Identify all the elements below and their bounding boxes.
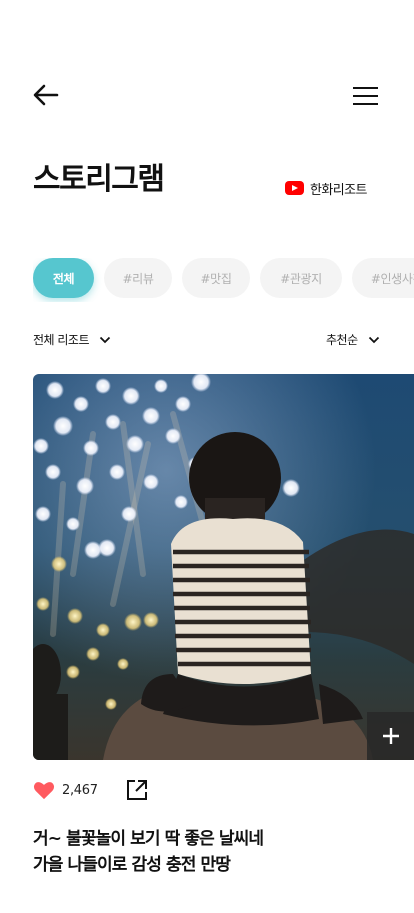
tag-all[interactable]: 전체	[33, 258, 94, 298]
like-count: 2,467	[62, 782, 98, 798]
chevron-down-icon	[368, 336, 379, 343]
channel-link[interactable]: 한화리조트	[285, 179, 367, 198]
channel-label: 한화리조트	[310, 182, 367, 198]
arrow-left-icon	[33, 84, 59, 106]
sort-dropdown[interactable]: 추천순	[326, 331, 380, 348]
fireworks-photo	[33, 374, 414, 760]
add-button[interactable]	[367, 712, 414, 760]
post-caption: 거~ 불꽃놀이 보기 딱 좋은 날씨네 가을 나들이로 감성 충전 만땅	[33, 826, 393, 878]
chevron-down-icon	[99, 336, 111, 343]
tag-photo-spot[interactable]: #인생사진	[352, 258, 414, 298]
resort-filter-label: 전체 리조트	[33, 333, 90, 347]
plus-icon	[382, 728, 399, 744]
caption-line-1: 거~ 불꽃놀이 보기 딱 좋은 날씨네	[33, 829, 264, 849]
menu-button[interactable]	[350, 80, 382, 112]
caption-line-2: 가을 나들이로 감성 충전 만땅	[33, 855, 231, 875]
page-title: 스토리그램	[33, 162, 165, 197]
share-button[interactable]	[126, 779, 148, 801]
heart-icon[interactable]	[33, 780, 55, 800]
like-group: 2,467	[33, 778, 98, 802]
tag-restaurant[interactable]: #맛집	[182, 258, 250, 298]
sort-label: 추천순	[326, 333, 358, 347]
resort-filter-dropdown[interactable]: 전체 리조트	[33, 331, 111, 348]
post-image[interactable]	[33, 374, 414, 760]
tag-attraction[interactable]: #관광지	[260, 258, 342, 298]
youtube-icon	[285, 181, 304, 195]
tag-review[interactable]: #리뷰	[104, 258, 172, 298]
tag-filter-bar: 전체 #리뷰 #맛집 #관광지 #인생사진	[33, 258, 414, 302]
hamburger-menu-icon	[353, 87, 378, 105]
share-icon	[127, 780, 147, 800]
back-button[interactable]	[30, 80, 62, 112]
